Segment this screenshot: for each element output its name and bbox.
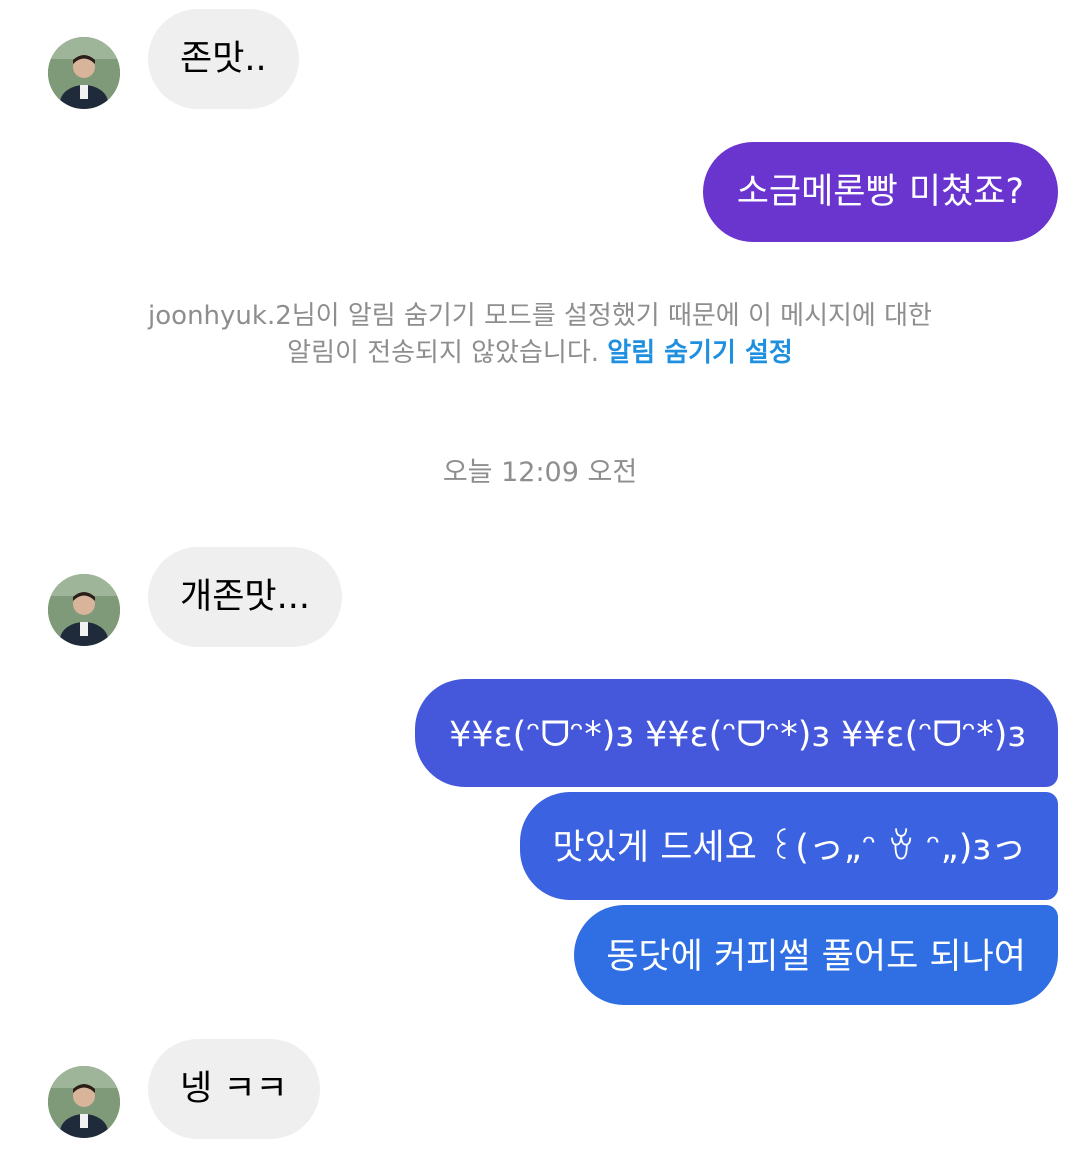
message-text: 개존맛...: [180, 577, 310, 617]
message-bubble-outgoing[interactable]: 동닷에 커피썰 풀어도 되나여: [574, 905, 1058, 1005]
message-text: 존맛..: [180, 39, 267, 79]
sender-avatar[interactable]: [48, 574, 120, 646]
message-text: 맛있게 드세요 ꒰(っ„ᵔ ꈊ ᵔ„)ɜっ: [552, 828, 1026, 868]
notice-line-1: joonhyuk.2님이 알림 숨기기 모드를 설정했기 때문에 이 메시지에 …: [148, 301, 932, 331]
mute-settings-link[interactable]: 알림 숨기기 설정: [607, 338, 793, 368]
notification-muted-notice: joonhyuk.2님이 알림 숨기기 모드를 설정했기 때문에 이 메시지에 …: [0, 298, 1080, 372]
message-bubble-incoming[interactable]: 넹 ㅋㅋ: [148, 1039, 320, 1139]
message-text: 넹 ㅋㅋ: [180, 1069, 288, 1109]
avatar-photo-icon: [48, 574, 120, 646]
message-text: 동닷에 커피썰 풀어도 되나여: [606, 937, 1026, 977]
message-bubble-outgoing[interactable]: 맛있게 드세요 ꒰(っ„ᵔ ꈊ ᵔ„)ɜっ: [520, 792, 1058, 900]
avatar-photo-icon: [48, 1066, 120, 1138]
message-text: 소금메론빵 미쳤죠?: [736, 172, 1024, 212]
message-bubble-outgoing[interactable]: ¥¥ε(ᵔᗜᵔ*)ɜ ¥¥ε(ᵔᗜᵔ*)ɜ ¥¥ε(ᵔᗜᵔ*)ɜ: [415, 679, 1058, 787]
sender-avatar[interactable]: [48, 37, 120, 109]
message-bubble-incoming[interactable]: 개존맛...: [148, 547, 342, 647]
avatar-photo-icon: [48, 37, 120, 109]
sender-avatar[interactable]: [48, 1066, 120, 1138]
timestamp-divider: 오늘 12:09 오전: [442, 457, 638, 488]
message-bubble-outgoing[interactable]: 소금메론빵 미쳤죠?: [702, 142, 1058, 242]
message-text: ¥¥ε(ᵔᗜᵔ*)ɜ ¥¥ε(ᵔᗜᵔ*)ɜ ¥¥ε(ᵔᗜᵔ*)ɜ: [449, 715, 1026, 755]
notice-line-2: 알림이 전송되지 않았습니다.: [287, 338, 600, 368]
message-bubble-incoming[interactable]: 존맛..: [148, 9, 299, 109]
